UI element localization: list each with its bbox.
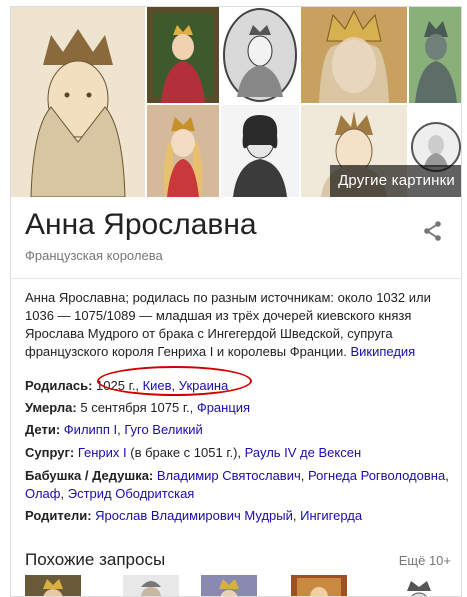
- similar-thumb-2[interactable]: [123, 575, 179, 596]
- fact-spouse-label: Супруг:: [25, 445, 75, 460]
- entity-subtitle: Французская королева: [25, 248, 163, 263]
- portrait-image-2[interactable]: [147, 7, 219, 103]
- fact-died-label: Умерла:: [25, 400, 77, 415]
- fact-died: Умерла: 5 сентября 1075 г., Франция: [25, 399, 455, 417]
- fact-grandparents: Бабушка / Дедушка: Владимир Святославич,…: [25, 467, 455, 503]
- fact-parents-label: Родители:: [25, 508, 92, 523]
- grandparent-link-3[interactable]: Олаф: [25, 486, 60, 501]
- fact-children: Дети: Филипп I, Гуго Великий: [25, 421, 455, 439]
- more-images-button[interactable]: Другие картинки: [330, 165, 461, 197]
- fact-spouse: Супруг: Генрих I (в браке с 1051 г.), Ра…: [25, 444, 455, 462]
- portrait-image-4[interactable]: [301, 7, 407, 103]
- portrait-image-6[interactable]: [147, 105, 219, 197]
- portrait-image-5[interactable]: [409, 7, 461, 103]
- parent-link-2[interactable]: Ингигерда: [300, 508, 362, 523]
- knowledge-panel: Другие картинки Анна Ярославна Французск…: [10, 6, 462, 597]
- grandparent-link-1[interactable]: Владимир Святославич: [157, 468, 301, 483]
- fact-children-label: Дети:: [25, 422, 61, 437]
- similar-thumb-3[interactable]: [201, 575, 257, 596]
- fact-spouse-note: (в браке с 1051 г.),: [126, 445, 245, 460]
- fact-grandparents-label: Бабушка / Дедушка:: [25, 468, 154, 483]
- entity-title: Анна Ярославна: [25, 208, 257, 241]
- spouse-link-1[interactable]: Генрих I: [78, 445, 127, 460]
- fact-born: Родилась: 1025 г., Киев, Украина: [25, 377, 455, 395]
- portrait-image-3[interactable]: [221, 7, 299, 103]
- born-city-link[interactable]: Киев: [143, 378, 172, 393]
- fact-born-value: 1025 г.,: [96, 378, 143, 393]
- fact-parents: Родители: Ярослав Владимирович Мудрый, И…: [25, 507, 455, 525]
- fact-separator: ,: [445, 468, 449, 483]
- similar-thumb-4[interactable]: [291, 575, 347, 596]
- fact-separator: ,: [171, 378, 179, 393]
- parent-link-1[interactable]: Ярослав Владимирович Мудрый: [95, 508, 293, 523]
- died-country-link[interactable]: Франция: [197, 400, 250, 415]
- similar-thumb-5[interactable]: [391, 575, 447, 596]
- child-link-1[interactable]: Филипп I: [64, 422, 117, 437]
- wikipedia-link[interactable]: Википедия: [350, 344, 415, 359]
- similar-searches-heading: Похожие запросы: [25, 550, 166, 569]
- entity-description: Анна Ярославна; родилась по разным источ…: [25, 289, 451, 361]
- grandparent-link-4[interactable]: Эстрид Ободритская: [68, 486, 195, 501]
- fact-born-label: Родилась:: [25, 378, 93, 393]
- fact-separator: ,: [60, 486, 68, 501]
- born-country-link[interactable]: Украина: [179, 378, 229, 393]
- divider: [11, 278, 461, 279]
- portrait-image-1[interactable]: [11, 7, 145, 197]
- spouse-link-2[interactable]: Рауль IV де Вексен: [245, 445, 361, 460]
- similar-more-link[interactable]: Ещё 10+: [399, 553, 451, 568]
- child-link-2[interactable]: Гуго Великий: [124, 422, 203, 437]
- similar-thumb-1[interactable]: [25, 575, 81, 596]
- image-grid: Другие картинки: [11, 7, 461, 197]
- grandparent-link-2[interactable]: Рогнеда Рогволодовна: [308, 468, 445, 483]
- share-icon[interactable]: [421, 219, 445, 243]
- portrait-image-7[interactable]: [221, 105, 299, 197]
- fact-died-value: 5 сентября 1075 г.,: [80, 400, 197, 415]
- fact-separator: ,: [300, 468, 308, 483]
